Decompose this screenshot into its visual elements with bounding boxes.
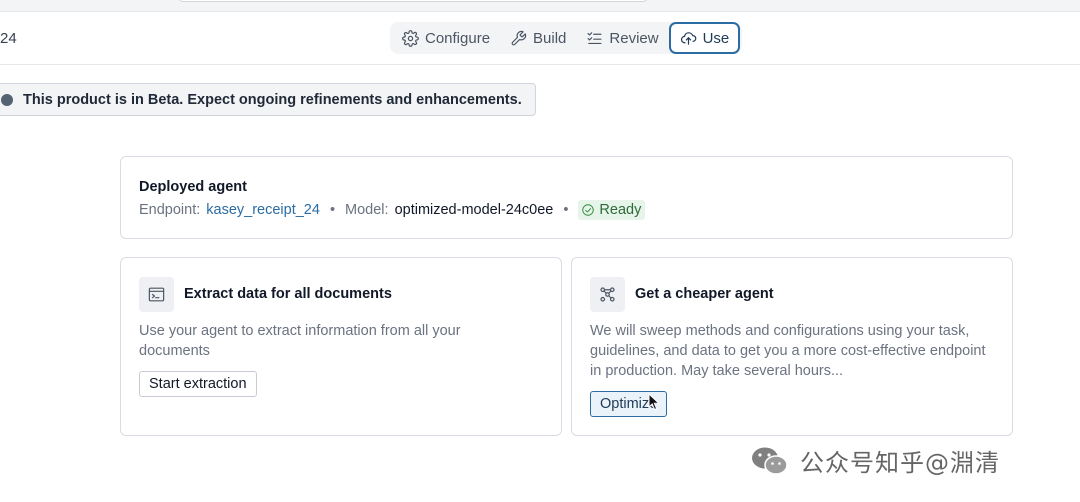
start-extraction-button[interactable]: Start extraction bbox=[139, 371, 257, 397]
header-title-fragment: 24 bbox=[0, 30, 17, 47]
tab-configure-label: Configure bbox=[425, 29, 491, 47]
wrench-icon bbox=[511, 30, 527, 45]
cheaper-card-icon-box bbox=[590, 277, 625, 312]
tab-build-label: Build bbox=[533, 29, 567, 47]
model-label: Model: bbox=[345, 202, 389, 218]
terminal-window-icon bbox=[148, 287, 165, 302]
wechat-logo-icon bbox=[752, 447, 788, 475]
tab-review-label: Review bbox=[609, 29, 659, 47]
model-value: optimized-model-24c0ee bbox=[394, 202, 554, 218]
extract-card-title: Extract data for all documents bbox=[184, 286, 392, 302]
tab-use[interactable]: Use bbox=[668, 22, 741, 54]
extract-card-icon-box bbox=[139, 277, 174, 312]
checklist-icon bbox=[587, 31, 602, 44]
watermark: 公众号知乎@淵清 bbox=[750, 443, 1000, 478]
deployed-agent-meta: Endpoint: kasey_receipt_24 • Model: opti… bbox=[139, 200, 646, 220]
beta-banner: This product is in Beta. Expect ongoing … bbox=[0, 83, 536, 116]
meta-separator: • bbox=[563, 202, 569, 218]
info-icon bbox=[1, 93, 13, 106]
mouse-cursor-icon bbox=[648, 393, 660, 411]
cloud-upload-icon bbox=[680, 31, 696, 45]
deployed-agent-card: Deployed agent Endpoint: kasey_receipt_2… bbox=[120, 156, 1013, 239]
meta-separator: • bbox=[329, 202, 336, 218]
extract-card-description: Use your agent to extract information fr… bbox=[139, 323, 461, 359]
tab-build[interactable]: Build bbox=[500, 23, 576, 53]
watermark-text: 公众号知乎@淵清 bbox=[800, 449, 1000, 477]
top-search-field[interactable] bbox=[178, 0, 648, 2]
status-badge: Ready bbox=[578, 200, 646, 220]
tab-review[interactable]: Review bbox=[576, 23, 668, 53]
cheaper-agent-card: Get a cheaper agent We will sweep method… bbox=[571, 257, 1013, 436]
cheaper-card-title: Get a cheaper agent bbox=[635, 286, 774, 302]
gear-icon bbox=[402, 29, 419, 47]
tab-configure[interactable]: Configure bbox=[392, 23, 500, 53]
tab-use-label: Use bbox=[702, 29, 730, 47]
status-badge-label: Ready bbox=[599, 202, 642, 218]
tab-bar: Configure Build Review Use bbox=[390, 22, 743, 54]
beta-banner-text: This product is in Beta. Expect ongoing … bbox=[23, 91, 522, 108]
top-browser-strip bbox=[0, 0, 1080, 12]
deployed-agent-title: Deployed agent bbox=[139, 179, 247, 195]
page: 24 Configure Build Review Use This produ… bbox=[0, 0, 1080, 502]
header: 24 Configure Build Review Use bbox=[0, 12, 1080, 65]
check-circle-icon bbox=[582, 204, 595, 216]
cheaper-card-description: We will sweep methods and configurations… bbox=[590, 323, 986, 379]
network-nodes-icon bbox=[600, 287, 615, 302]
endpoint-label: Endpoint: bbox=[139, 202, 201, 218]
endpoint-link[interactable]: kasey_receipt_24 bbox=[206, 202, 320, 218]
extract-card: Extract data for all documents Use your … bbox=[120, 257, 562, 436]
